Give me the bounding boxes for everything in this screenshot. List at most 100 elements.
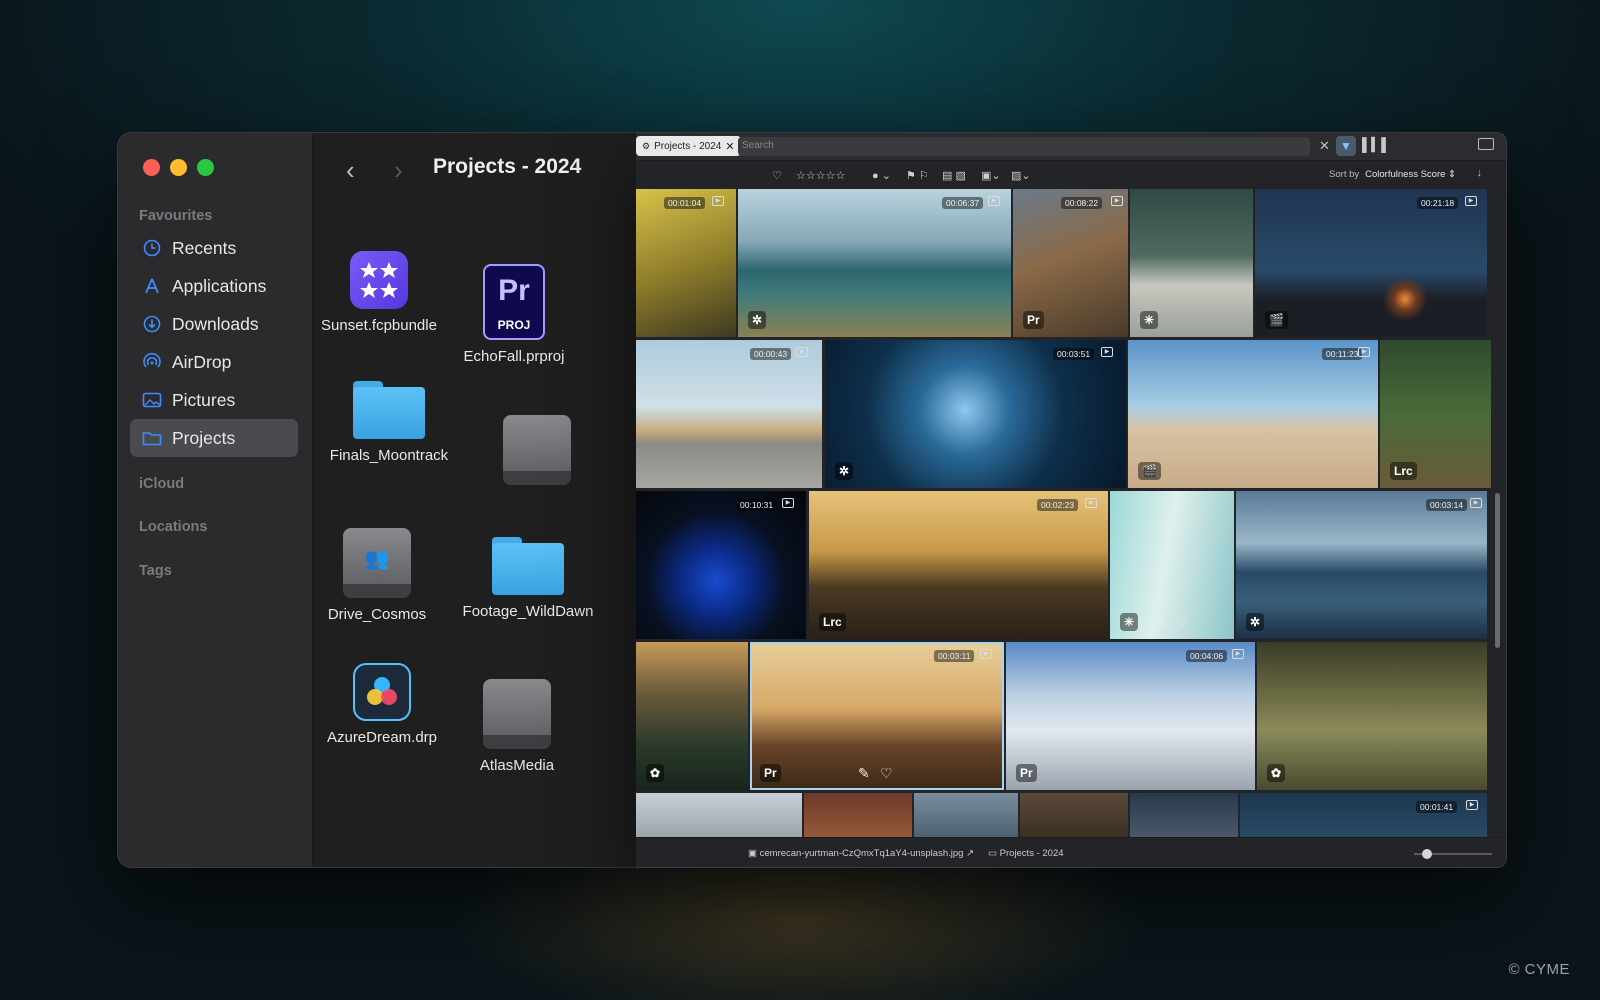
- asterisk-icon: ✳: [1120, 613, 1139, 631]
- image-filter-icon[interactable]: ▨⌄: [1011, 169, 1031, 182]
- network-drive-icon: 👥: [343, 528, 411, 598]
- media-tile[interactable]: 00:11:23 ▶ 🎬: [1128, 340, 1378, 488]
- sort-control[interactable]: Sort by Colorfulness Score ⇕: [1329, 169, 1456, 180]
- drive-item[interactable]: [462, 415, 612, 493]
- status-project[interactable]: ▭ Projects - 2024: [988, 848, 1064, 859]
- media-tile[interactable]: 00:02:23 ▶ Lrc: [809, 491, 1108, 639]
- media-tile[interactable]: ✿: [636, 642, 748, 790]
- video-icon: ▶: [1111, 196, 1123, 206]
- viewer-toolbar: ⚙ Projects - 2024 ✕ Search ✕ ▼ ▌▍▌: [636, 133, 1506, 161]
- media-tile[interactable]: Lrc: [1380, 340, 1491, 488]
- heart-icon[interactable]: ♡: [1176, 614, 1189, 631]
- zoom-slider-knob[interactable]: [1422, 849, 1432, 859]
- media-tile[interactable]: 00:04:06 ▶ Pr: [1006, 642, 1255, 790]
- media-tile-selected[interactable]: 00:03:11 ▶ Pr ✎ ♡: [750, 642, 1004, 790]
- media-tile[interactable]: [1020, 793, 1128, 839]
- file-name: EchoFall.prproj: [463, 348, 565, 365]
- clear-search-icon[interactable]: ✕: [1319, 138, 1330, 154]
- status-filename[interactable]: ▣ cemrecan-yurtman-CzQmxTq1aY4-unsplash.…: [748, 848, 974, 859]
- media-tile[interactable]: 00:03:14 ▶ ✲: [1236, 491, 1487, 639]
- media-tile[interactable]: [804, 793, 912, 839]
- media-grid: 00:01:04 ▶ 00:06:37 ▶ ✲ 00:08:22 ▶ Pr ✳ …: [636, 189, 1491, 839]
- folder-icon: [142, 428, 162, 448]
- media-tile[interactable]: 00:08:22 ▶ Pr: [1013, 189, 1128, 337]
- video-icon: ▶: [980, 649, 992, 659]
- watermark: © CYME: [1508, 961, 1570, 978]
- finder-window: Favourites Recents Applications Download…: [117, 132, 637, 868]
- davinci-resolve-icon: ✲: [748, 311, 767, 329]
- tab-projects[interactable]: ⚙ Projects - 2024 ✕: [636, 136, 741, 156]
- media-tile[interactable]: 00:00:43 ▶: [636, 340, 822, 488]
- video-icon: ▶: [796, 347, 808, 357]
- media-tile[interactable]: ✳ ✎ ♡: [1110, 491, 1234, 639]
- premiere-badge: Pr: [1016, 764, 1037, 782]
- duration-label: 00:08:22: [1061, 197, 1103, 209]
- sidebar-item-projects[interactable]: Projects: [130, 419, 298, 457]
- folder-item[interactable]: Footage_WildDawn: [453, 537, 603, 620]
- folder-icon: [353, 381, 425, 439]
- sidebar-item-downloads[interactable]: Downloads: [130, 305, 298, 343]
- file-item[interactable]: Sunset.fcpbundle: [304, 251, 454, 334]
- media-type-icon[interactable]: ▣⌄: [981, 169, 1001, 182]
- video-icon: ▶: [782, 498, 794, 508]
- media-tile[interactable]: [1130, 793, 1238, 839]
- filter-icon[interactable]: ▼: [1336, 136, 1356, 156]
- media-tile[interactable]: ✿: [1257, 642, 1487, 790]
- label-filter-icon[interactable]: ▤ ▧: [942, 169, 966, 182]
- sidebar-item-pictures[interactable]: Pictures: [130, 381, 298, 419]
- duration-label: 00:01:41: [1416, 801, 1458, 813]
- davinci-resolve-icon: [353, 663, 411, 721]
- zoom-button[interactable]: [197, 159, 214, 176]
- video-icon: ▶: [1465, 196, 1477, 206]
- rating-filter-icon[interactable]: ☆☆☆☆☆: [796, 169, 845, 182]
- duration-label: 00:04:06: [1186, 650, 1228, 662]
- sidebar-item-applications[interactable]: Applications: [130, 267, 298, 305]
- heart-icon[interactable]: ♡: [880, 765, 893, 782]
- sort-direction-icon[interactable]: ↓: [1477, 167, 1483, 179]
- stats-icon[interactable]: ▌▍▌: [1362, 137, 1390, 153]
- locations-label[interactable]: Locations: [139, 519, 207, 535]
- media-tile[interactable]: [636, 793, 802, 839]
- video-icon: ▶: [712, 196, 724, 206]
- video-icon: ▶: [988, 196, 1000, 206]
- close-icon[interactable]: ✕: [725, 140, 734, 153]
- heart-icon[interactable]: ♡: [772, 169, 782, 182]
- folder-item[interactable]: Finals_Moontrack: [314, 381, 464, 464]
- minimize-button[interactable]: [170, 159, 187, 176]
- back-chevron-icon[interactable]: ‹: [346, 155, 355, 186]
- clapper-icon: 🎬: [1138, 462, 1161, 480]
- sidebar-item-airdrop[interactable]: AirDrop: [130, 343, 298, 381]
- file-item[interactable]: Pr PROJ EchoFall.prproj: [439, 264, 589, 365]
- forward-chevron-icon[interactable]: ›: [394, 155, 403, 186]
- finder-sidebar: Favourites Recents Applications Download…: [118, 133, 313, 867]
- drive-item[interactable]: AtlasMedia: [442, 679, 592, 774]
- search-input[interactable]: Search: [738, 137, 1310, 156]
- media-tile[interactable]: 00:01:41 ▶: [1240, 793, 1487, 839]
- favourites-label: Favourites: [139, 208, 213, 224]
- edit-icon[interactable]: ✎: [858, 765, 870, 782]
- media-tile[interactable]: 00:21:18 ▶ 🎬: [1255, 189, 1487, 337]
- media-tile[interactable]: [914, 793, 1018, 839]
- video-icon: ▶: [1232, 649, 1244, 659]
- zoom-slider[interactable]: [1414, 849, 1492, 859]
- drive-item[interactable]: 👥 Drive_Cosmos: [302, 528, 452, 623]
- file-item[interactable]: AzureDream.drp: [307, 663, 457, 746]
- media-tile[interactable]: 00:03:51 ▶ ✲: [825, 340, 1126, 488]
- sidebar-item-label: Downloads: [172, 313, 259, 334]
- file-name: Footage_WildDawn: [462, 603, 594, 620]
- sidebar-item-recents[interactable]: Recents: [130, 229, 298, 267]
- close-button[interactable]: [143, 159, 160, 176]
- scrollbar[interactable]: [1495, 493, 1500, 648]
- sidebar-toggle-icon[interactable]: [1478, 138, 1494, 150]
- edit-icon[interactable]: ✎: [1154, 614, 1166, 631]
- color-filter-icon[interactable]: ● ⌄: [872, 169, 891, 182]
- flag-icon[interactable]: ⚑ ⚐: [906, 169, 929, 182]
- airdrop-icon: [142, 352, 162, 372]
- video-icon: ▶: [1466, 800, 1478, 810]
- tags-label[interactable]: Tags: [139, 563, 172, 579]
- media-tile[interactable]: 00:10:31 ▶: [636, 491, 806, 639]
- media-tile[interactable]: 00:01:04 ▶: [636, 189, 736, 337]
- media-tile[interactable]: ✳: [1130, 189, 1253, 337]
- icloud-label[interactable]: iCloud: [139, 476, 184, 492]
- media-tile[interactable]: 00:06:37 ▶ ✲: [738, 189, 1011, 337]
